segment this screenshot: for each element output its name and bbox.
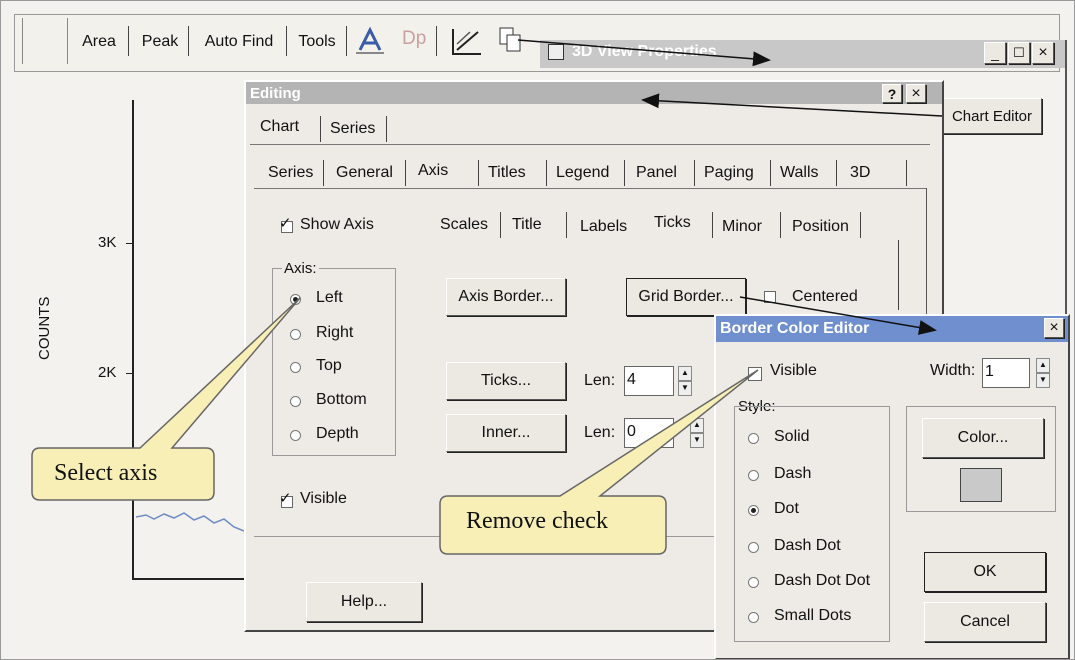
remove-check-callout: Remove check [466, 508, 608, 534]
select-axis-callout: Select axis [54, 460, 158, 486]
annotation-overlay [31, 39, 943, 555]
